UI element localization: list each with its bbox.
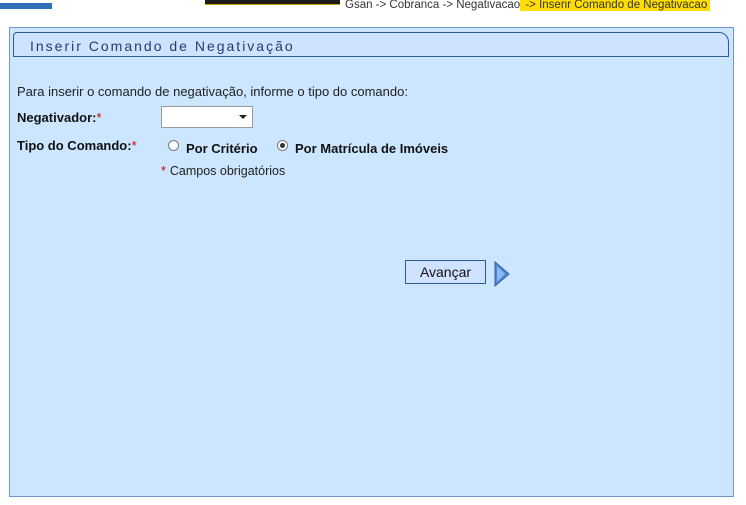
required-mark: * [131,138,137,153]
tipo-comando-label-text: Tipo do Comando: [17,138,132,153]
required-mark: * [96,110,102,125]
top-bar: Gsan -> Cobranca -> Negativacao -> Inser… [0,0,746,12]
radio-por-criterio-label[interactable]: Por Critério [186,141,258,156]
negativador-select[interactable] [161,106,253,128]
tipo-comando-label: Tipo do Comando:* [17,138,137,153]
chevron-down-icon [239,115,247,119]
breadcrumb-current: -> Inserir Comando de Negativacao [520,0,711,11]
required-footnote: * Campos obrigatórios [161,164,285,178]
intro-text: Para inserir o comando de negativação, i… [17,84,408,99]
radio-por-matricula-label[interactable]: Por Matrícula de Imóveis [295,141,448,156]
required-mark: * [161,164,166,178]
required-footnote-text: Campos obrigatórios [169,164,286,178]
radio-por-criterio[interactable] [168,140,179,151]
advance-button[interactable]: Avançar [405,260,486,284]
radio-por-matricula[interactable] [277,140,288,151]
breadcrumb-path: Gsan -> Cobranca -> Negativacao [345,0,521,11]
negativador-label-text: Negativador: [17,110,97,125]
negativador-label: Negativador:* [17,110,102,125]
panel-titlebar: Inserir Comando de Negativação [13,32,729,57]
top-left-bar [0,3,52,9]
logo-strip [205,0,340,5]
page-title: Inserir Comando de Negativação [30,38,295,54]
breadcrumb: Gsan -> Cobranca -> Negativacao -> Inser… [345,0,711,12]
arrow-right-icon[interactable] [494,261,510,287]
main-panel: Inserir Comando de Negativação Para inse… [9,27,734,497]
